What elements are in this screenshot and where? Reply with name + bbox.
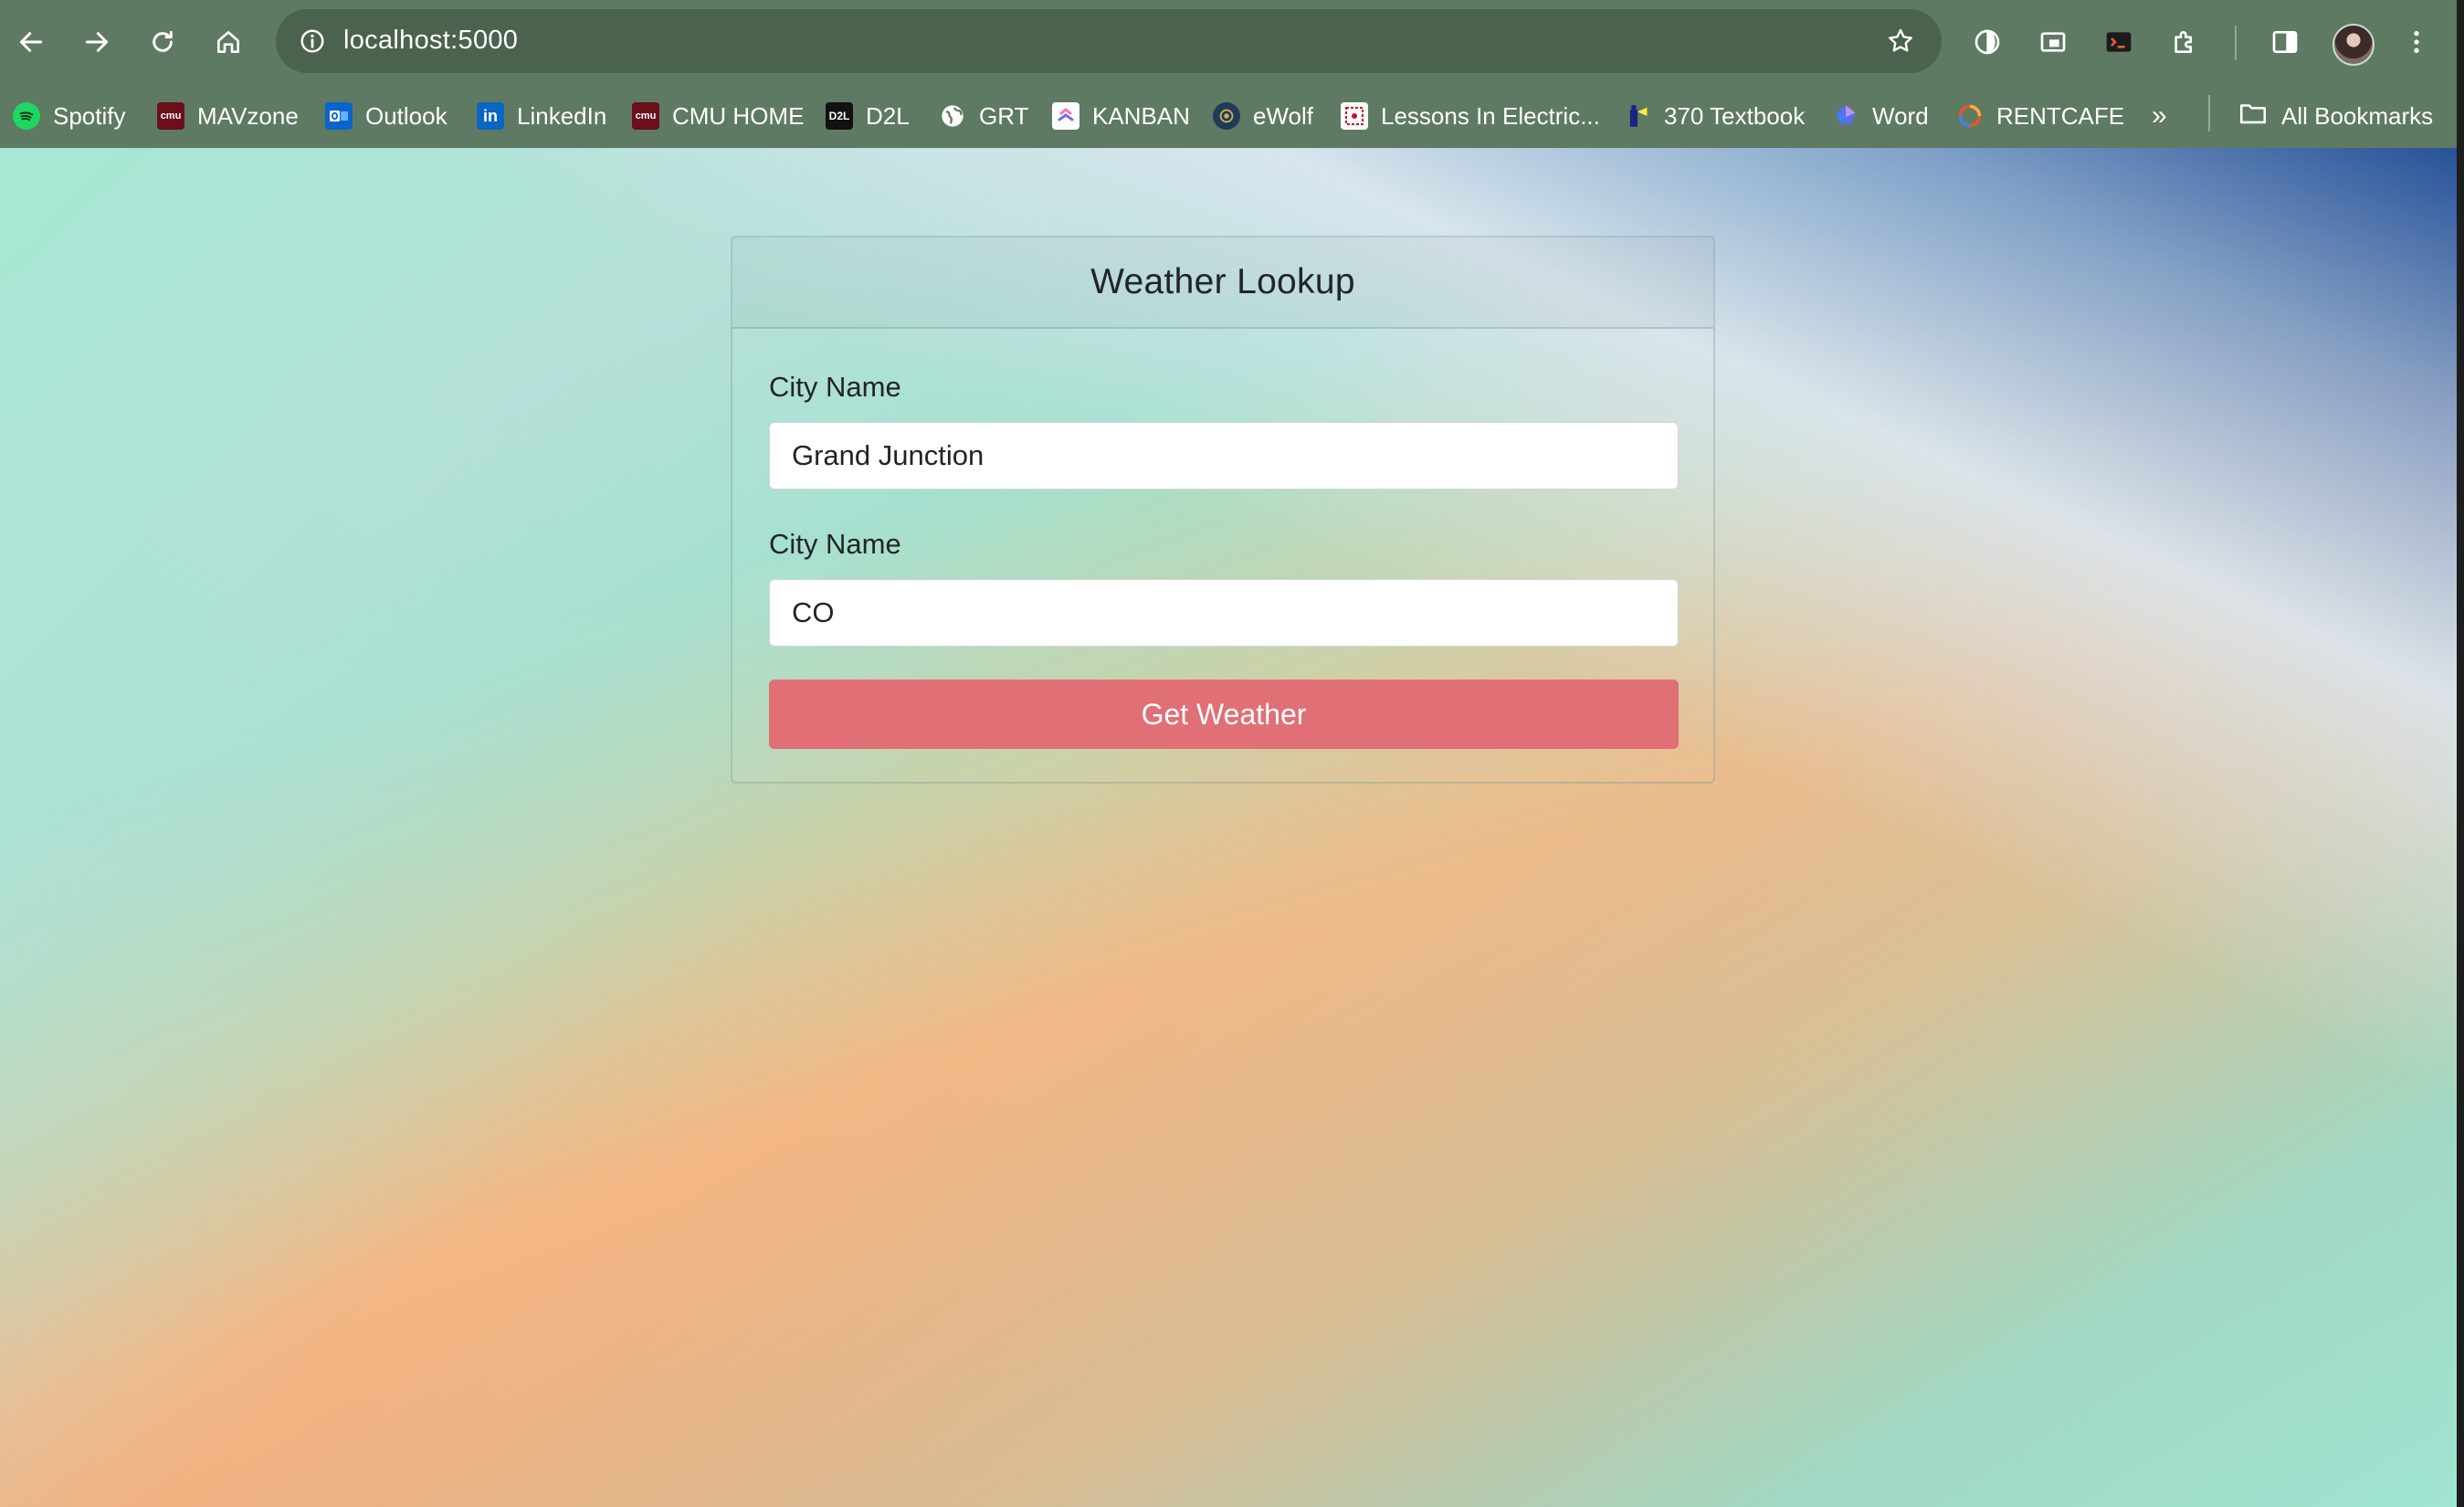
toolbar-separator [2235,26,2237,60]
bookmark-spotify[interactable]: Spotify [13,95,126,137]
textbook-icon [1624,102,1651,130]
reload-button[interactable] [141,20,184,64]
folder-icon [2238,98,2269,135]
clickup-icon [1052,102,1079,130]
back-button[interactable] [9,20,53,64]
terminal-extension-icon[interactable] [2099,22,2139,62]
bookmark-mavzone[interactable]: cmu MAVzone [157,95,299,137]
window-edge [2457,0,2464,1507]
bookmark-kanban[interactable]: KANBAN [1052,95,1190,137]
side-panel-icon[interactable] [2265,22,2305,62]
bookmark-d2l[interactable]: D2L D2L [826,95,910,137]
d2l-icon: D2L [826,102,853,130]
chevron-double-right-icon: » [2152,100,2167,131]
bookmark-star-icon[interactable] [1881,22,1920,60]
state-name-label: City Name [769,528,901,560]
bookmark-label: LinkedIn [517,101,607,130]
globe-icon [939,102,966,130]
ewolf-icon [1213,102,1240,130]
spotify-icon [13,102,40,130]
bookmark-grt[interactable]: GRT [939,95,1028,137]
all-bookmarks-button[interactable]: All Bookmarks [2238,95,2433,137]
bookmark-outlook[interactable]: Outlook [325,95,448,137]
picture-in-picture-icon[interactable] [2033,22,2073,62]
address-bar[interactable]: localhost:5000 [276,9,1942,73]
city-name-input[interactable] [769,422,1679,490]
extension-1-icon[interactable] [1967,22,2007,62]
bookmark-word[interactable]: Word [1832,95,1929,137]
card-title: Weather Lookup [1090,262,1355,301]
bookmark-label: MAVzone [197,101,299,130]
word-icon [1832,102,1859,130]
browser-window: localhost:5000 Spotify cmu MAVzone Outlo… [0,0,2457,1507]
linkedin-icon: in [477,102,504,130]
bookmark-label: CMU HOME [672,101,805,130]
bookmark-label: eWolf [1253,101,1313,130]
bookmarks-bar: Spotify cmu MAVzone Outlook in LinkedIn … [0,84,2457,148]
cmu-icon: cmu [157,102,184,130]
bookmark-label: KANBAN [1092,101,1190,130]
back-arrow-icon [19,32,43,52]
rentcafe-icon [1956,102,1984,130]
url-text[interactable]: localhost:5000 [343,26,518,56]
profile-avatar[interactable] [2332,24,2374,66]
site-info-icon[interactable] [290,19,334,63]
bookmark-label: RENTCAFE [1996,101,2125,130]
get-weather-button[interactable]: Get Weather [769,680,1679,749]
forward-button[interactable] [75,20,119,64]
bookmark-label: GRT [979,101,1029,130]
bookmark-cmu-home[interactable]: cmu CMU HOME [632,95,804,137]
state-name-input[interactable] [769,579,1679,647]
cmu-icon: cmu [632,102,659,130]
weather-lookup-card: Weather Lookup City Name City Name Get W… [731,236,1715,784]
bookmark-ewolf[interactable]: eWolf [1213,95,1313,137]
bookmark-label: Word [1872,101,1929,130]
bookmark-linkedin[interactable]: in LinkedIn [477,95,606,137]
more-bookmarks-button[interactable]: » [2152,95,2167,137]
home-button[interactable] [206,20,250,64]
page-content: Weather Lookup City Name City Name Get W… [0,148,2457,1507]
bookmark-rentcafe[interactable]: RENTCAFE [1956,95,2124,137]
lessons-icon [1341,102,1368,130]
all-bookmarks-label: All Bookmarks [2281,101,2434,130]
card-header: Weather Lookup [732,237,1713,329]
forward-arrow-icon [85,32,109,52]
bookmark-label: D2L [866,101,910,130]
city-name-label: City Name [769,371,901,403]
bookmark-label: Lessons In Electric... [1381,101,1600,130]
home-icon [217,31,239,53]
outlook-icon [325,102,353,130]
bookmark-lessons[interactable]: Lessons In Electric... [1341,95,1600,137]
more-menu-icon[interactable] [2396,22,2437,62]
bookmark-370-textbook[interactable]: 370 Textbook [1624,95,1805,137]
reload-icon [153,30,173,52]
bookmark-label: 370 Textbook [1664,101,1806,130]
extensions-puzzle-icon[interactable] [2164,22,2205,62]
bookmarks-separator [2208,95,2210,132]
bookmark-label: Outlook [365,101,448,130]
browser-toolbar: localhost:5000 [0,0,2457,84]
bookmark-label: Spotify [53,101,126,130]
